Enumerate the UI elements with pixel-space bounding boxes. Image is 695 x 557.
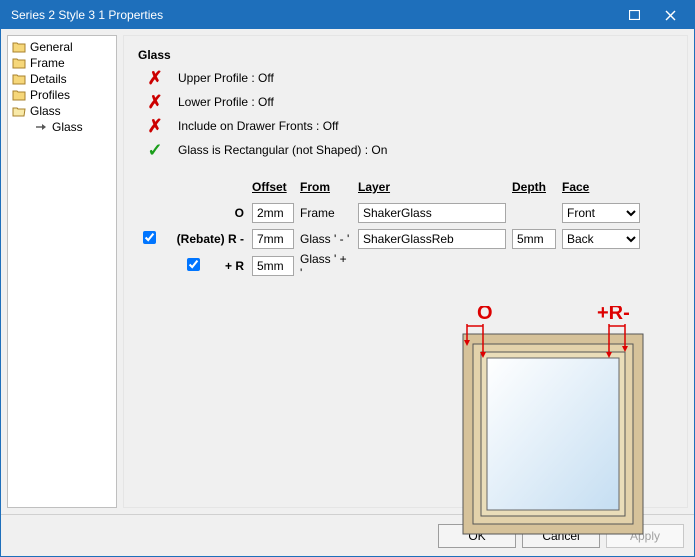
maximize-icon — [629, 10, 640, 20]
offset-input-plusr[interactable] — [252, 256, 294, 276]
folder-open-icon — [12, 104, 26, 118]
prop-label: Include on Drawer Fronts : Off — [178, 119, 339, 133]
from-cell: Glass ' - ' — [300, 232, 352, 246]
hdr-layer: Layer — [358, 180, 506, 194]
prop-rectangular[interactable]: ✓ Glass is Rectangular (not Shaped) : On — [138, 140, 673, 160]
section-title: Glass — [138, 48, 673, 62]
window-title: Series 2 Style 3 1 Properties — [7, 8, 616, 22]
nav-item-frame[interactable]: Frame — [10, 55, 114, 71]
folder-icon — [12, 88, 26, 102]
nav-item-glass[interactable]: Glass — [10, 103, 114, 119]
row-label: O — [166, 206, 246, 220]
prop-label: Upper Profile : Off — [178, 71, 274, 85]
check-icon: ✓ — [142, 141, 168, 159]
layer-input-rebate[interactable] — [358, 229, 506, 249]
grid-header: Offset From Layer Depth Face — [138, 174, 673, 200]
hdr-from: From — [300, 180, 352, 194]
plusr-checkbox[interactable] — [187, 258, 200, 271]
x-icon: ✗ — [142, 69, 168, 87]
nav-subitem-glass[interactable]: Glass — [10, 119, 114, 135]
glass-diagram: O +R- — [449, 306, 659, 542]
nav-label: Details — [30, 72, 67, 86]
dialog-window: Series 2 Style 3 1 Properties General Fr… — [0, 0, 695, 557]
rebate-checkbox[interactable] — [143, 231, 156, 244]
prop-label: Glass is Rectangular (not Shaped) : On — [178, 143, 387, 157]
x-icon: ✗ — [142, 93, 168, 111]
titlebar: Series 2 Style 3 1 Properties — [1, 1, 694, 29]
from-cell: Glass ' + ' — [300, 252, 352, 280]
folder-icon — [12, 40, 26, 54]
folder-icon — [12, 72, 26, 86]
close-icon — [665, 10, 676, 21]
nav-item-general[interactable]: General — [10, 39, 114, 55]
hdr-face: Face — [562, 180, 640, 194]
nav-label: Frame — [30, 56, 65, 70]
from-cell: Frame — [300, 206, 352, 220]
nav-item-details[interactable]: Details — [10, 71, 114, 87]
grid-row-plusr: + R Glass ' + ' — [138, 252, 673, 280]
diagram-label-o: O — [477, 306, 493, 324]
prop-drawer-fronts[interactable]: ✗ Include on Drawer Fronts : Off — [138, 116, 673, 136]
face-select-rebate[interactable]: Back — [562, 229, 640, 249]
nav-tree: General Frame Details Profiles Glass Gla… — [7, 35, 117, 508]
maximize-button[interactable] — [616, 4, 652, 26]
grid-row-rebate: (Rebate) R - Glass ' - ' Back — [138, 226, 673, 252]
nav-label: General — [30, 40, 73, 54]
prop-lower-profile[interactable]: ✗ Lower Profile : Off — [138, 92, 673, 112]
grid-row-o: O Frame Front — [138, 200, 673, 226]
prop-upper-profile[interactable]: ✗ Upper Profile : Off — [138, 68, 673, 88]
x-icon: ✗ — [142, 117, 168, 135]
diagram-label-r: +R- — [597, 306, 630, 324]
layer-input-o[interactable] — [358, 203, 506, 223]
face-select-o[interactable]: Front — [562, 203, 640, 223]
offset-input-rebate[interactable] — [252, 229, 294, 249]
row-label: + R — [210, 259, 246, 273]
nav-item-profiles[interactable]: Profiles — [10, 87, 114, 103]
row-label: (Rebate) R - — [166, 232, 246, 246]
arrow-right-icon — [34, 120, 48, 134]
close-button[interactable] — [652, 4, 688, 26]
hdr-offset: Offset — [252, 180, 294, 194]
offset-grid: Offset From Layer Depth Face O Frame Fro… — [138, 174, 673, 280]
depth-input-rebate[interactable] — [512, 229, 556, 249]
content-panel: Glass ✗ Upper Profile : Off ✗ Lower Prof… — [123, 35, 688, 508]
client-area: General Frame Details Profiles Glass Gla… — [1, 29, 694, 514]
offset-input-o[interactable] — [252, 203, 294, 223]
prop-label: Lower Profile : Off — [178, 95, 274, 109]
nav-label: Glass — [30, 104, 61, 118]
hdr-depth: Depth — [512, 180, 556, 194]
nav-label: Glass — [52, 120, 83, 134]
nav-label: Profiles — [30, 88, 70, 102]
folder-icon — [12, 56, 26, 70]
